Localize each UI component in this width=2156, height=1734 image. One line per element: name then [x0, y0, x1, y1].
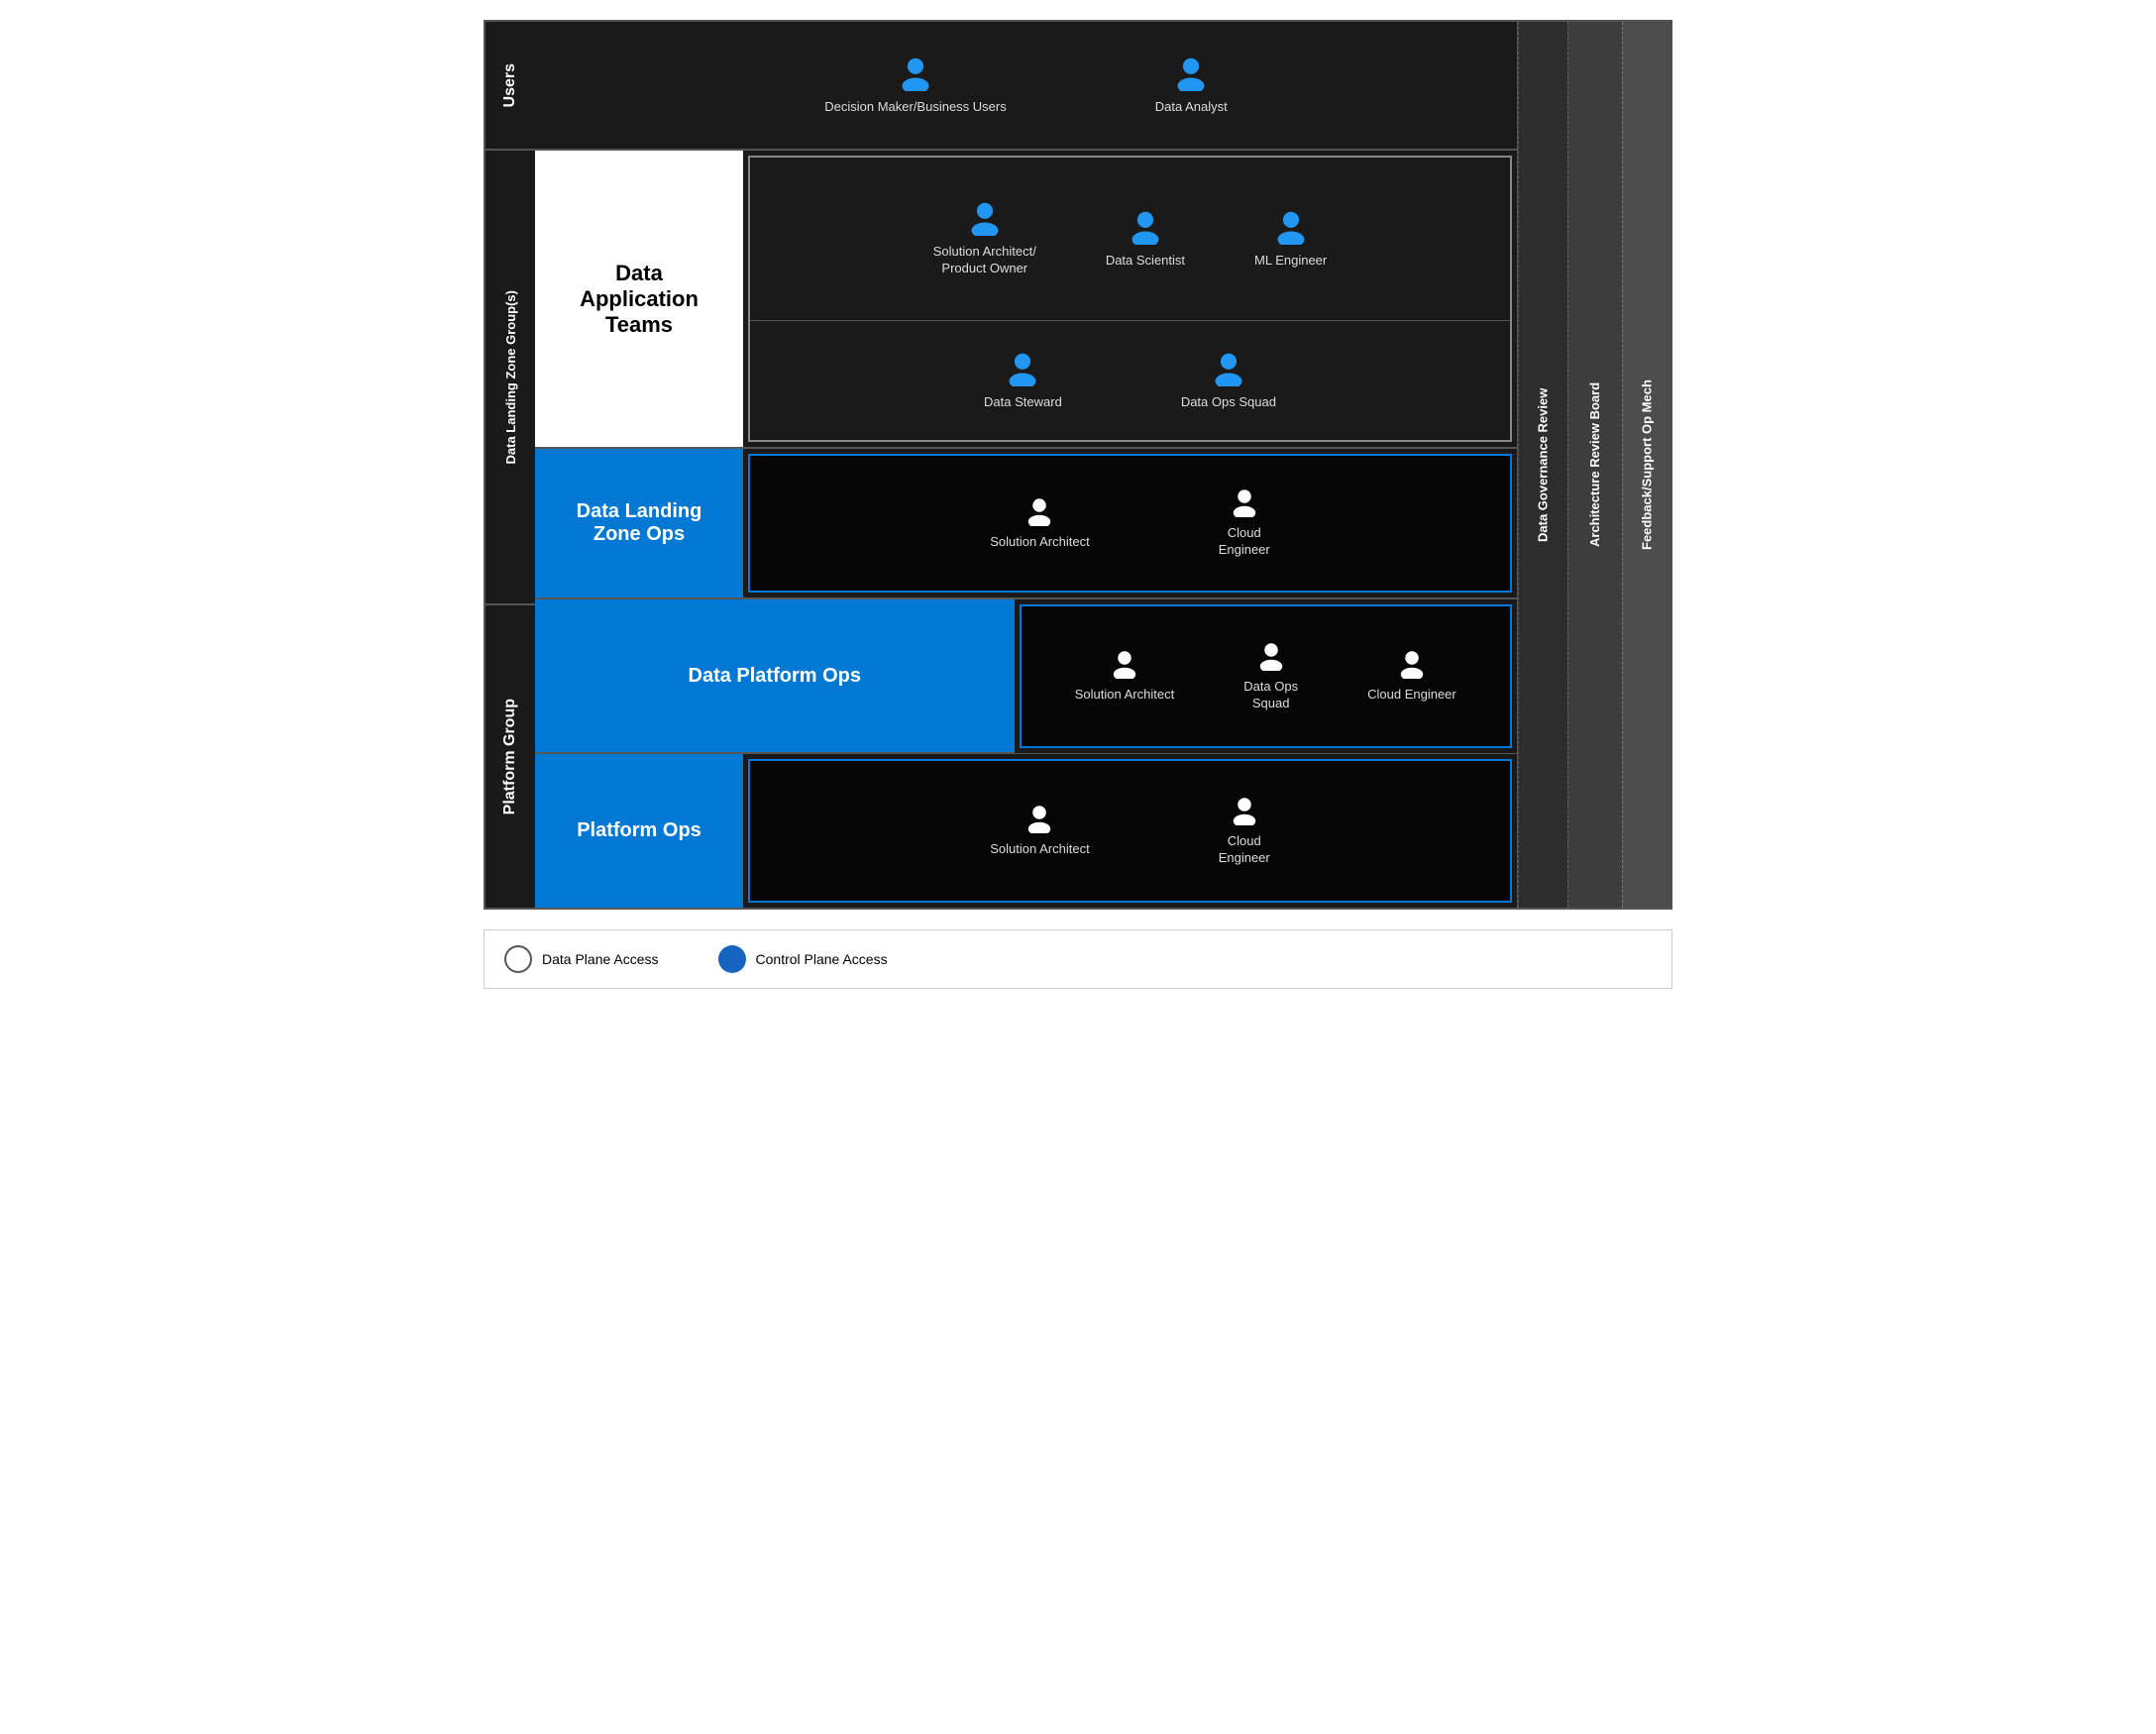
- platform-ops-cloud-engineer-label: Cloud Engineer: [1219, 833, 1270, 867]
- dlz-solution-architect: Solution Architect: [990, 496, 1089, 551]
- legend: Data Plane Access Control Plane Access: [484, 929, 1672, 989]
- dat-solution-architect-label: Solution Architect/ Product Owner: [933, 244, 1036, 277]
- legend-data-plane: Data Plane Access: [504, 945, 659, 973]
- data-platform-ops-sub-label: Data Platform Ops: [535, 599, 1015, 753]
- feedback-support-panel: Feedback/Support Op Mech: [1623, 22, 1671, 908]
- architecture-review-panel: Architecture Review Board: [1568, 22, 1622, 908]
- data-governance-label: Data Governance Review: [1534, 387, 1552, 541]
- dlz-cloud-engineer-icon: [1230, 488, 1259, 517]
- dat-data-steward-icon: [1005, 351, 1040, 386]
- dlzg-section-label: Data Landing Zone Group(s): [503, 290, 518, 465]
- data-plane-icon: [504, 945, 532, 973]
- dlz-solution-architect-icon: [1024, 496, 1054, 526]
- platform-data-ops-squad-icon: [1256, 641, 1286, 671]
- platform-ops-cloud-engineer-icon: [1230, 796, 1259, 825]
- platform-ops-label: Platform Ops: [577, 819, 701, 842]
- architecture-review-label: Architecture Review Board: [1586, 382, 1604, 547]
- dat-ml-engineer-icon: [1273, 209, 1309, 245]
- user-data-analyst: Data Analyst: [1155, 55, 1228, 116]
- platform-section-label: Platform Group: [501, 699, 519, 814]
- platform-data-ops-squad-label: Data Ops Squad: [1243, 679, 1298, 712]
- dat-data-steward: Data Steward: [984, 351, 1062, 411]
- users-section-label: Users: [501, 63, 519, 107]
- dat-ml-engineer: ML Engineer: [1254, 209, 1327, 270]
- user-decision-maker-label: Decision Maker/Business Users: [824, 99, 1007, 116]
- control-plane-label: Control Plane Access: [756, 951, 888, 967]
- dat-data-ops-squad-icon: [1211, 351, 1246, 386]
- user-decision-maker-icon: [898, 55, 933, 91]
- platform-ops-cloud-engineer: Cloud Engineer: [1219, 796, 1270, 867]
- platform-cloud-engineer-label: Cloud Engineer: [1367, 687, 1456, 704]
- platform-ops-solution-architect: Solution Architect: [990, 804, 1089, 858]
- feedback-support-label: Feedback/Support Op Mech: [1638, 379, 1656, 550]
- platform-solution-architect-icon: [1110, 649, 1139, 679]
- platform-cloud-engineer: Cloud Engineer: [1367, 649, 1456, 704]
- user-decision-maker: Decision Maker/Business Users: [824, 55, 1007, 116]
- dlz-cloud-engineer-label: Cloud Engineer: [1219, 525, 1270, 559]
- dat-data-ops-squad-label: Data Ops Squad: [1181, 394, 1276, 411]
- dlz-ops-sub-label: Data Landing Zone Ops: [535, 449, 743, 597]
- dat-data-steward-label: Data Steward: [984, 394, 1062, 411]
- dat-data-scientist-label: Data Scientist: [1106, 253, 1185, 270]
- dat-data-scientist: Data Scientist: [1106, 209, 1185, 270]
- platform-ops-solution-architect-icon: [1024, 804, 1054, 833]
- dat-data-ops-squad: Data Ops Squad: [1181, 351, 1276, 411]
- dat-sub-label: Data Application Teams: [535, 151, 743, 447]
- platform-ops-sub-label: Platform Ops: [535, 754, 743, 908]
- platform-data-ops-squad: Data Ops Squad: [1243, 641, 1298, 712]
- platform-solution-architect: Solution Architect: [1075, 649, 1174, 704]
- data-governance-panel: Data Governance Review: [1519, 22, 1567, 908]
- dat-ml-engineer-label: ML Engineer: [1254, 253, 1327, 270]
- user-data-analyst-label: Data Analyst: [1155, 99, 1228, 116]
- dat-solution-architect: Solution Architect/ Product Owner: [933, 200, 1036, 277]
- dlz-solution-architect-label: Solution Architect: [990, 534, 1089, 551]
- dat-solution-architect-icon: [967, 200, 1003, 236]
- platform-ops-solution-architect-label: Solution Architect: [990, 841, 1089, 858]
- user-data-analyst-icon: [1173, 55, 1209, 91]
- data-plane-label: Data Plane Access: [542, 951, 659, 967]
- dat-teams-label: Data Application Teams: [555, 261, 723, 338]
- dlz-ops-label: Data Landing Zone Ops: [555, 500, 723, 546]
- dat-data-scientist-icon: [1128, 209, 1163, 245]
- legend-control-plane: Control Plane Access: [718, 945, 888, 973]
- platform-solution-architect-label: Solution Architect: [1075, 687, 1174, 704]
- platform-cloud-engineer-icon: [1397, 649, 1427, 679]
- dlz-cloud-engineer: Cloud Engineer: [1219, 488, 1270, 559]
- control-plane-icon: [718, 945, 746, 973]
- data-platform-ops-label: Data Platform Ops: [689, 665, 861, 688]
